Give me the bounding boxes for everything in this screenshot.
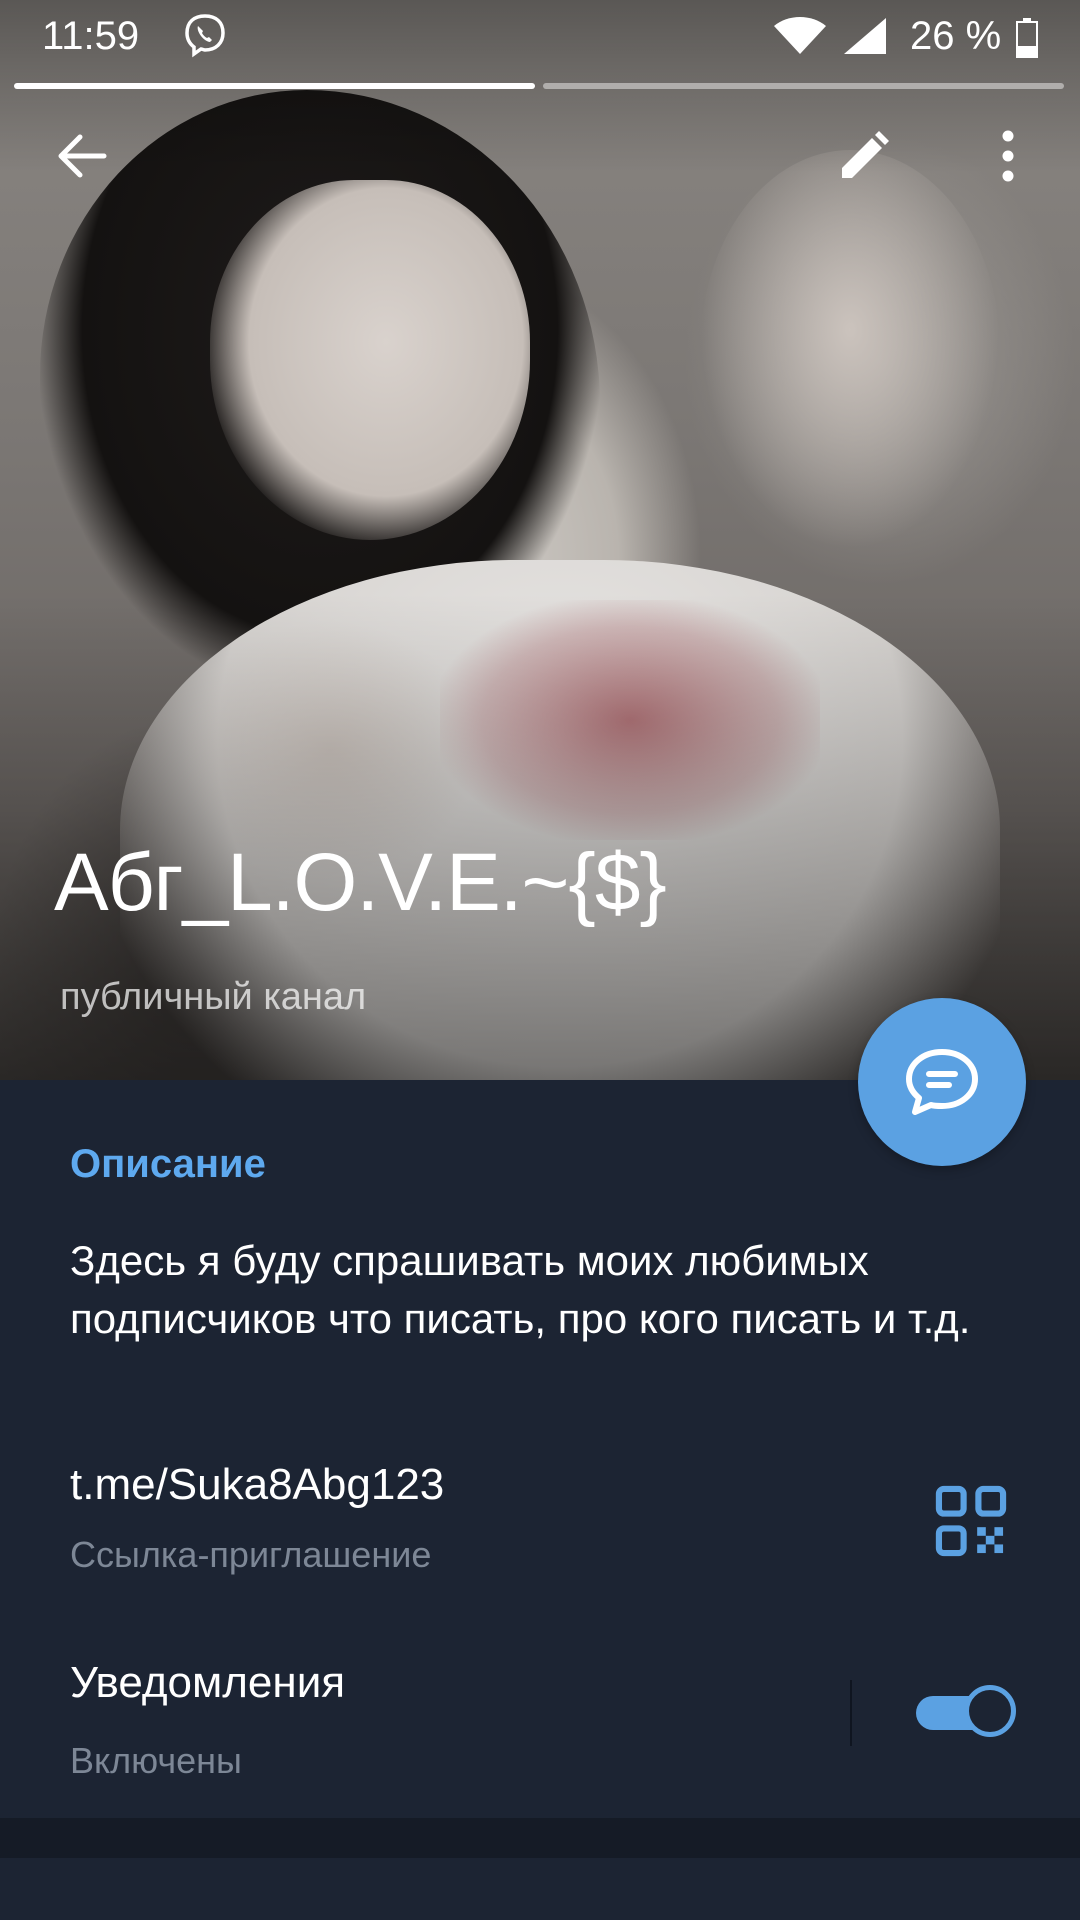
- back-button[interactable]: [42, 116, 122, 196]
- qr-code-button[interactable]: [934, 1484, 1008, 1558]
- notifications-state: Включены: [70, 1740, 242, 1781]
- channel-title: Абг_L.O.V.E.~{$}: [54, 837, 667, 928]
- progress-segment: [14, 83, 535, 89]
- invite-link-hint: Ссылка-приглашение: [70, 1534, 432, 1575]
- viber-icon: [185, 14, 225, 58]
- notifications-title[interactable]: Уведомления: [70, 1658, 345, 1708]
- status-bar: 11:59 26 %: [0, 0, 1080, 76]
- progress-segment: [543, 83, 1064, 89]
- stories-progress: [14, 83, 1064, 89]
- back-arrow-icon: [58, 134, 107, 178]
- qr-code-icon: [935, 1485, 1007, 1557]
- battery-percent: 26 %: [910, 14, 1002, 58]
- channel-subtitle: публичный канал: [60, 976, 367, 1018]
- next-section: [0, 1858, 1080, 1920]
- signal-icon: [844, 18, 886, 54]
- more-vertical-icon: [1002, 130, 1014, 182]
- channel-description: Здесь я буду спрашивать моих любимых под…: [70, 1237, 971, 1342]
- vertical-divider: [850, 1680, 852, 1746]
- open-chat-button[interactable]: [858, 998, 1026, 1166]
- notifications-toggle[interactable]: [914, 1684, 1018, 1740]
- invite-link[interactable]: t.me/Suka8Abg123: [70, 1460, 444, 1510]
- pencil-icon: [842, 131, 889, 178]
- status-time: 11:59: [42, 14, 140, 58]
- chat-bubble-icon: [906, 1049, 978, 1115]
- edit-button[interactable]: [824, 116, 904, 196]
- battery-icon: [1016, 18, 1038, 58]
- section-separator: [0, 1818, 1080, 1858]
- toggle-knob: [964, 1685, 1016, 1737]
- description-label: Описание: [70, 1142, 266, 1186]
- wifi-icon: [774, 17, 826, 54]
- more-options-button[interactable]: [968, 116, 1048, 196]
